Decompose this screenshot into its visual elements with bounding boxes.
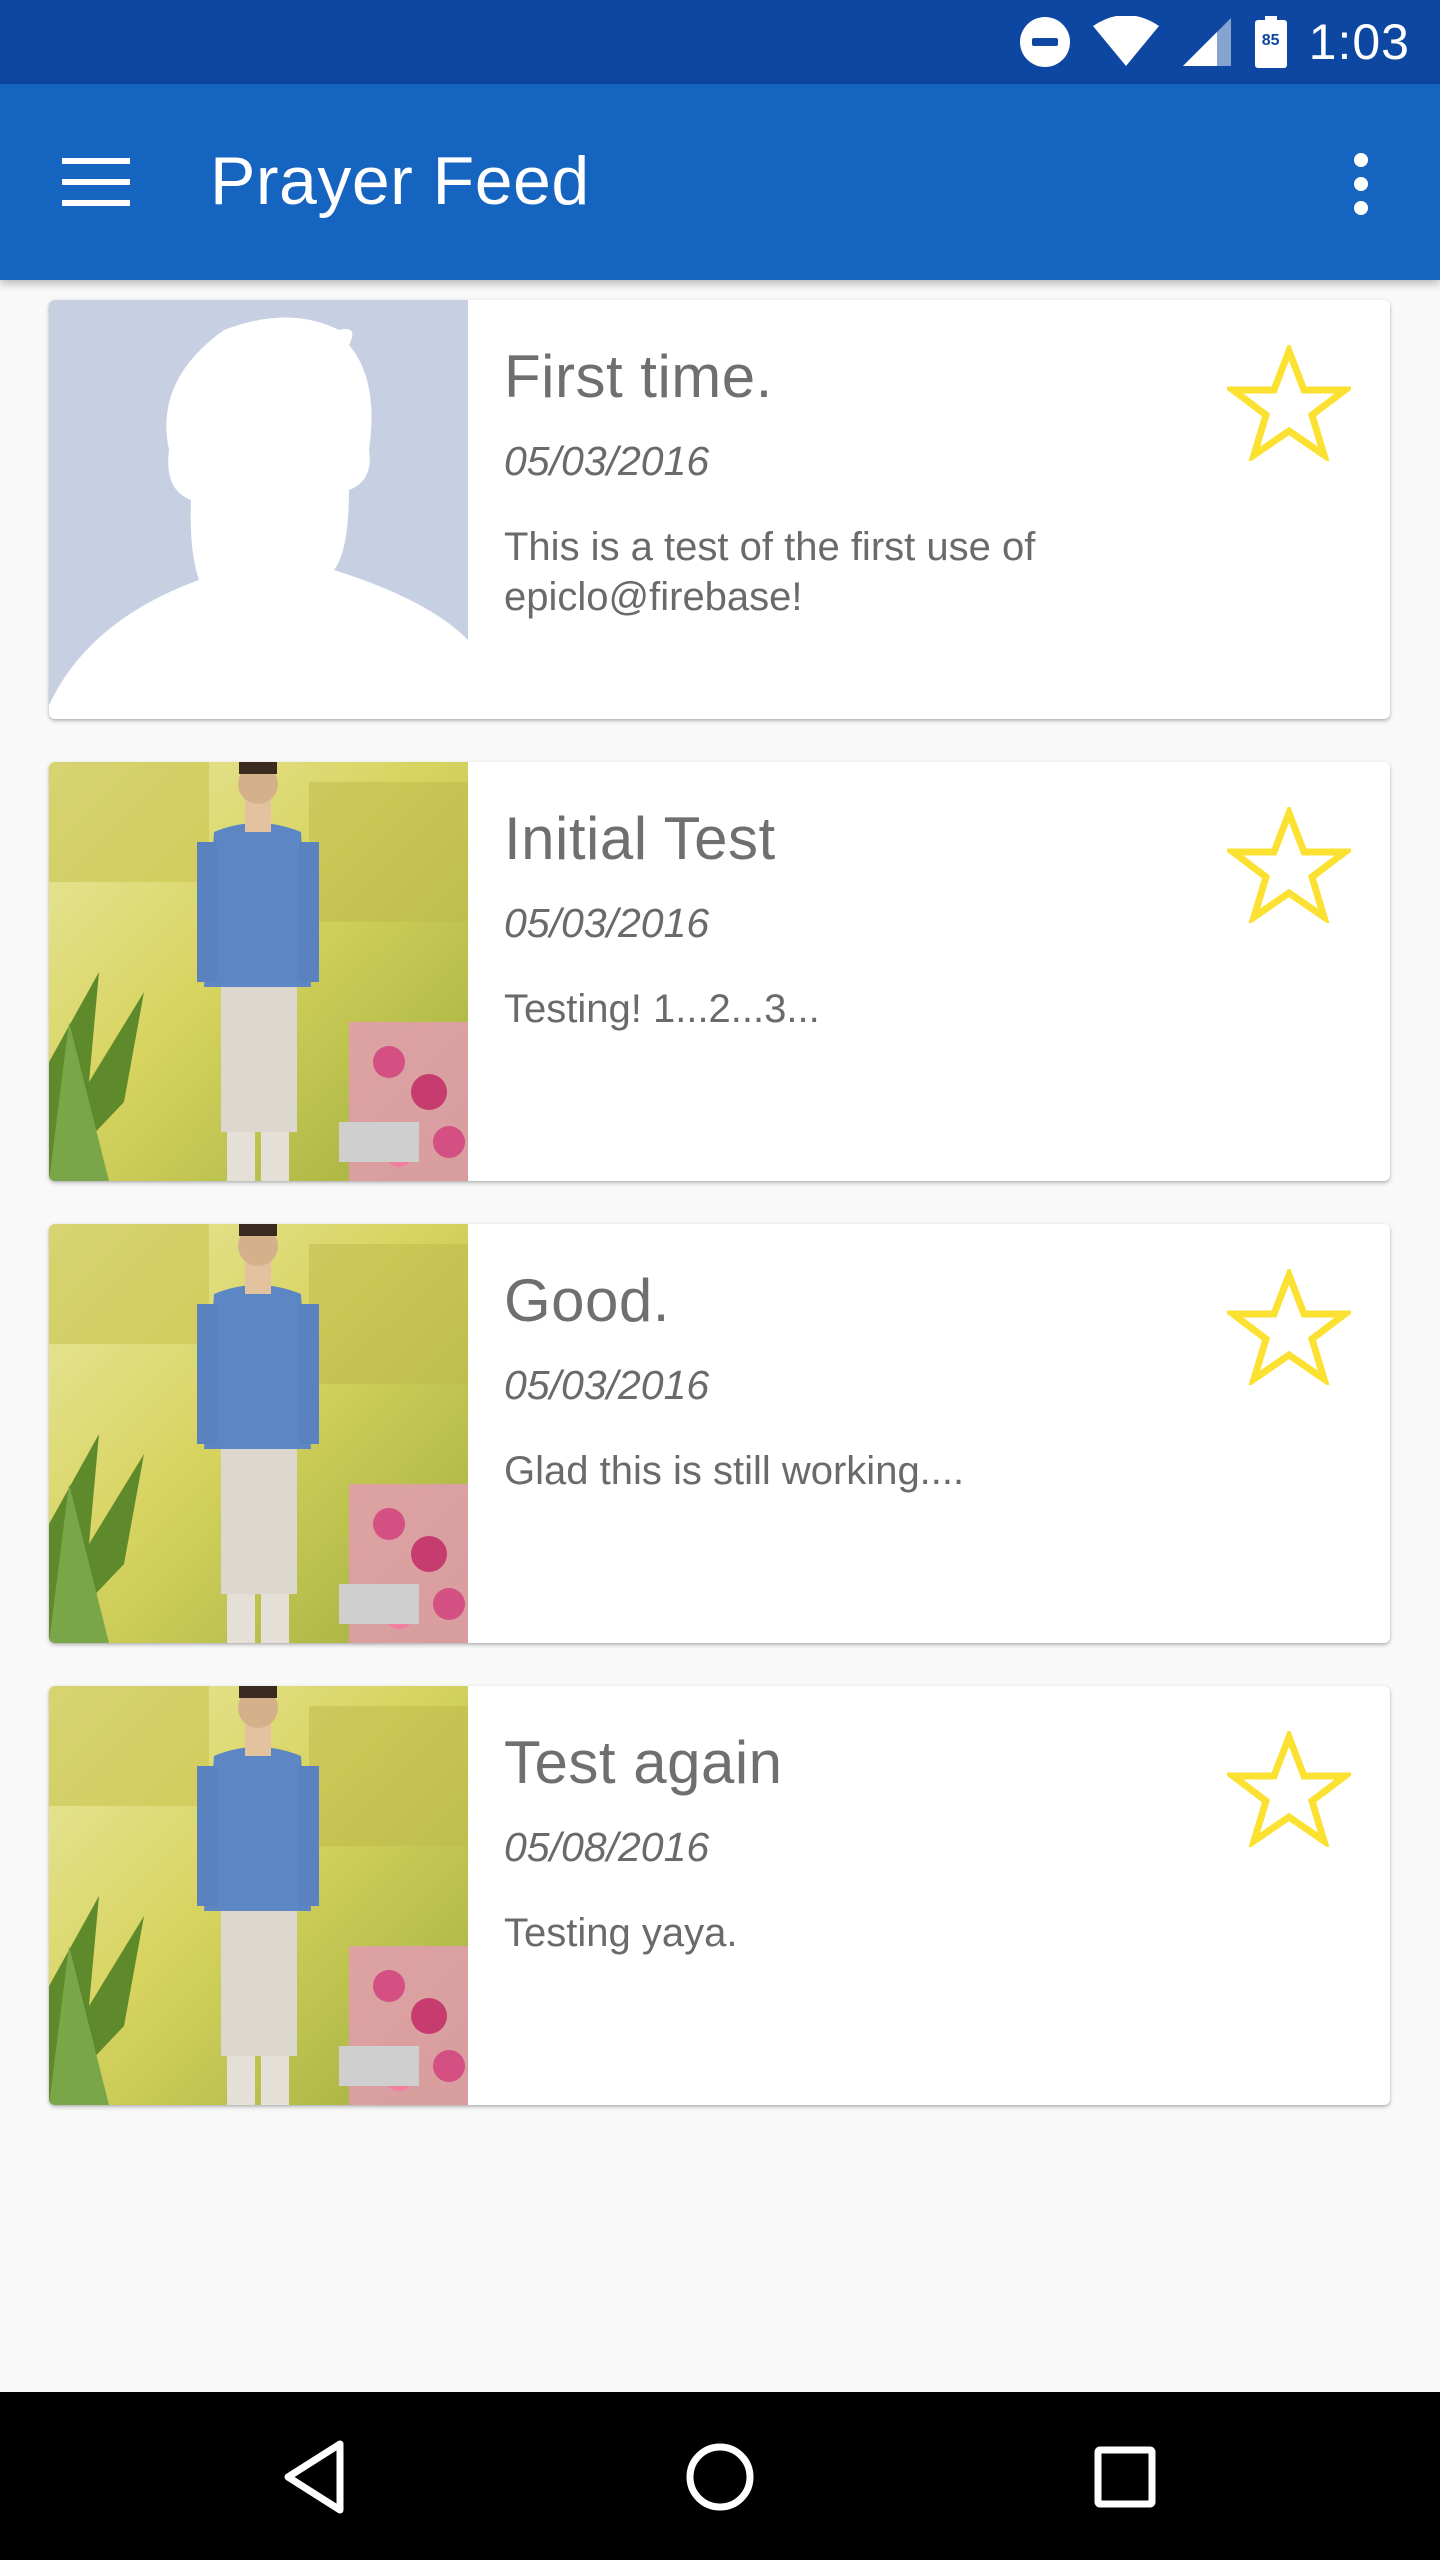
signal-icon: [1181, 16, 1233, 68]
card-date: 05/03/2016: [504, 1362, 710, 1408]
default-avatar-icon: [49, 300, 468, 719]
card-body: This is a test of the first use of epicl…: [504, 525, 1036, 619]
back-icon[interactable]: [270, 2432, 360, 2522]
wifi-icon: [1092, 16, 1159, 68]
card-body: Testing yaya.: [504, 1911, 738, 1955]
card-date: 05/08/2016: [504, 1824, 710, 1870]
card-title: Initial Test: [504, 805, 776, 872]
user-photo: [49, 1686, 468, 2105]
page-title: Prayer Feed: [210, 143, 590, 219]
card-title: First time.: [504, 343, 773, 410]
battery-level: 85: [1261, 32, 1280, 49]
home-icon[interactable]: [675, 2432, 765, 2522]
user-photo: [49, 1224, 468, 1643]
card-title: Test again: [504, 1729, 783, 1796]
star-icon[interactable]: [1222, 803, 1356, 926]
do-not-disturb-icon: [1019, 16, 1071, 68]
feed-card[interactable]: Good. 05/03/2016 Glad this is still work…: [49, 1224, 1390, 1643]
status-bar: 85 1:03: [0, 0, 1440, 84]
recents-icon[interactable]: [1080, 2432, 1170, 2522]
feed-card[interactable]: Initial Test 05/03/2016 Testing! 1...2..…: [49, 762, 1390, 1181]
feed-card[interactable]: Test again 05/08/2016 Testing yaya.: [49, 1686, 1390, 2105]
card-title: Good.: [504, 1267, 670, 1334]
app-bar: Prayer Feed: [0, 84, 1440, 280]
hamburger-menu-icon[interactable]: [62, 156, 132, 208]
card-date: 05/03/2016: [504, 900, 710, 946]
card-date: 05/03/2016: [504, 438, 710, 484]
status-time: 1:03: [1308, 14, 1410, 70]
card-body: Testing! 1...2...3...: [504, 987, 820, 1031]
star-icon[interactable]: [1222, 341, 1356, 464]
system-nav-bar: [0, 2392, 1440, 2560]
feed-card[interactable]: First time. 05/03/2016 This is a test of…: [49, 300, 1390, 719]
card-body: Glad this is still working....: [504, 1449, 965, 1493]
star-icon[interactable]: [1222, 1727, 1356, 1850]
user-photo: [49, 762, 468, 1181]
star-icon[interactable]: [1222, 1265, 1356, 1388]
battery-icon: 85: [1254, 16, 1287, 68]
more-vertical-icon[interactable]: [1343, 152, 1379, 216]
